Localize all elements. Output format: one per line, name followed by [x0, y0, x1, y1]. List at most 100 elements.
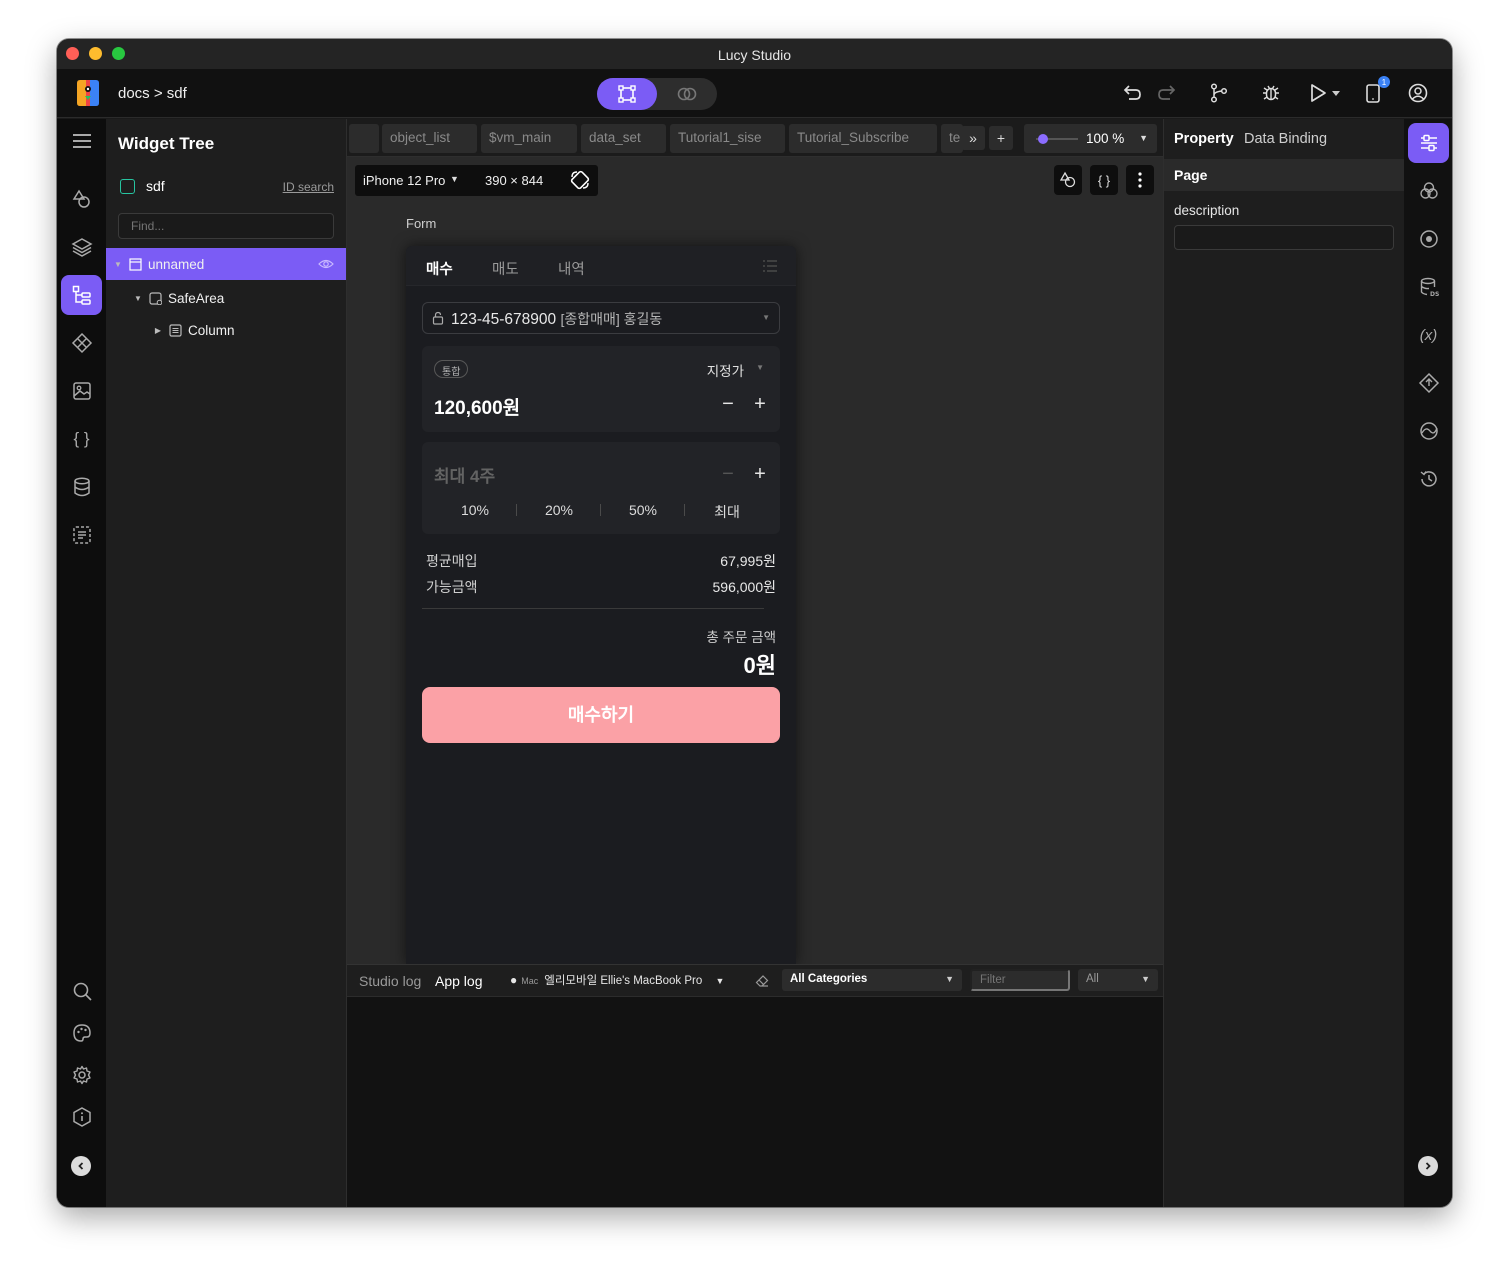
account-dropdown-caret-icon[interactable]: ▼ [762, 313, 770, 322]
editor-tab[interactable]: te [941, 124, 963, 153]
image-assets-icon[interactable] [61, 371, 102, 411]
percent-max-button[interactable]: 최대 [697, 502, 757, 522]
price-minus-icon[interactable]: − [718, 394, 738, 414]
id-search-link[interactable]: ID search [283, 180, 334, 194]
device-notification-icon[interactable]: 1 [1362, 76, 1390, 105]
more-options-icon[interactable] [1126, 165, 1154, 195]
editor-tab[interactable]: Tutorial1_sise [670, 124, 785, 153]
design-mode-button[interactable] [597, 78, 657, 110]
layers-icon[interactable] [61, 227, 102, 267]
zoom-control[interactable]: 100 % ▼ [1024, 124, 1157, 153]
page-checkbox[interactable] [120, 179, 135, 194]
quantity-plus-icon[interactable]: + [750, 464, 770, 484]
safearea-icon [148, 291, 162, 305]
tab-sell[interactable]: 매도 [492, 258, 519, 279]
total-value: 0원 [743, 653, 776, 678]
tab-app-log[interactable]: App log [435, 973, 482, 989]
device-dropdown-caret-icon[interactable]: ▼ [450, 174, 459, 184]
code-view-icon[interactable]: { } [1090, 165, 1118, 195]
rotate-device-icon[interactable] [569, 169, 591, 191]
theme-palette-icon[interactable] [61, 1013, 102, 1053]
more-tabs-chevron-icon[interactable]: » [961, 126, 985, 150]
tab-history[interactable]: 내역 [558, 258, 585, 279]
history-clock-icon[interactable] [1408, 459, 1449, 499]
order-type-select[interactable]: 지정가 [707, 360, 744, 380]
components-icon[interactable] [61, 323, 102, 363]
widget-tree-icon[interactable] [61, 275, 102, 315]
price-value[interactable]: 120,600원 [434, 393, 520, 420]
percent-20-button[interactable]: 20% [529, 502, 589, 518]
clear-log-eraser-icon[interactable] [754, 973, 770, 989]
device-name[interactable]: iPhone 12 Pro [363, 173, 445, 188]
expand-caret-icon[interactable]: ▼ [132, 294, 144, 303]
quantity-input[interactable]: 최대 4주 [434, 462, 495, 487]
animation-icon[interactable] [1408, 411, 1449, 451]
tree-node-safearea[interactable]: ▼ SafeArea [106, 282, 346, 314]
database-icon[interactable] [61, 467, 102, 507]
run-options-chevron-icon[interactable] [1329, 81, 1343, 105]
device-selector[interactable]: iPhone 12 Pro ▼ 390 × 844 [355, 165, 598, 196]
undo-icon[interactable] [1120, 81, 1144, 105]
tab-buy[interactable]: 매수 [426, 258, 453, 279]
tab-studio-log[interactable]: Studio log [359, 973, 421, 989]
search-icon[interactable] [61, 971, 102, 1011]
app-logo-icon[interactable] [72, 77, 104, 109]
menu-hamburger-icon[interactable] [61, 121, 102, 161]
zoom-slider-knob[interactable] [1038, 134, 1048, 144]
settings-gear-icon[interactable] [61, 1055, 102, 1095]
tree-node-column[interactable]: ▶ Column [106, 314, 346, 346]
buy-button[interactable]: 매수하기 [422, 687, 780, 743]
tree-find-input[interactable] [118, 213, 334, 239]
add-tab-plus-icon[interactable]: + [989, 126, 1013, 150]
percent-50-button[interactable]: 50% [613, 502, 673, 518]
log-level-select[interactable]: All ▼ [1078, 969, 1158, 991]
preview-mode-button[interactable] [657, 78, 717, 110]
quantity-minus-icon[interactable]: − [718, 464, 738, 484]
property-sliders-icon[interactable] [1408, 123, 1449, 163]
tab-data-binding[interactable]: Data Binding [1244, 131, 1327, 147]
log-device-selector[interactable]: ● Mac 엘리모바일 Ellie's MacBook Pro ▼ [510, 972, 724, 988]
page-name[interactable]: sdf [146, 178, 165, 194]
editor-tab-partial[interactable] [349, 124, 379, 153]
editor-tab[interactable]: Tutorial_Subscribe [789, 124, 937, 153]
tab-property[interactable]: Property [1174, 131, 1234, 147]
style-circles-icon[interactable] [1408, 171, 1449, 211]
list-menu-icon[interactable] [762, 259, 778, 273]
collapse-right-chevron-icon[interactable] [1418, 1156, 1438, 1176]
quantity-card: 최대 4주 − + 10% 20% 50% 최대 [422, 442, 780, 534]
collapse-left-chevron-icon[interactable] [71, 1156, 91, 1176]
widgets-shapes-icon[interactable] [61, 179, 102, 219]
user-account-icon[interactable] [1406, 81, 1430, 105]
run-play-icon[interactable] [1306, 81, 1330, 105]
code-braces-icon[interactable]: { } [61, 419, 102, 459]
shapes-overlay-icon[interactable] [1054, 165, 1082, 195]
datasource-icon[interactable]: DS [1408, 267, 1449, 307]
actions-diamond-icon[interactable] [1408, 363, 1449, 403]
device-dropdown-caret-icon[interactable]: ▼ [715, 976, 724, 986]
link-preview-icon [677, 87, 697, 101]
percent-10-button[interactable]: 10% [445, 502, 505, 518]
breadcrumb[interactable]: docs > sdf [118, 85, 187, 102]
info-hexagon-icon[interactable] [61, 1097, 102, 1137]
expand-caret-icon[interactable]: ▼ [112, 260, 124, 269]
api-schema-icon[interactable] [61, 515, 102, 555]
visibility-eye-icon[interactable] [318, 257, 334, 271]
zoom-dropdown-caret-icon[interactable]: ▼ [1139, 133, 1148, 143]
redo-icon[interactable] [1155, 81, 1179, 105]
editor-tab[interactable]: $vm_main [481, 124, 577, 153]
collapse-caret-icon[interactable]: ▶ [152, 326, 164, 335]
editor-tab[interactable]: object_list [382, 124, 477, 153]
tree-node-label: Column [188, 322, 235, 338]
log-category-select[interactable]: All Categories ▼ [782, 969, 962, 991]
order-type-caret-icon[interactable]: ▼ [756, 363, 764, 372]
log-filter-input[interactable] [970, 969, 1070, 991]
git-branch-icon[interactable] [1207, 81, 1231, 105]
debug-bug-icon[interactable] [1259, 81, 1283, 105]
description-input[interactable] [1174, 225, 1394, 250]
variables-icon[interactable]: (x) [1408, 315, 1449, 355]
record-target-icon[interactable] [1408, 219, 1449, 259]
tree-node-unnamed[interactable]: ▼ unnamed [106, 248, 346, 280]
account-select[interactable]: 123-45-678900 [종합매매] 홍길동 ▼ [422, 302, 780, 334]
editor-tab[interactable]: data_set [581, 124, 666, 153]
price-plus-icon[interactable]: + [750, 394, 770, 414]
